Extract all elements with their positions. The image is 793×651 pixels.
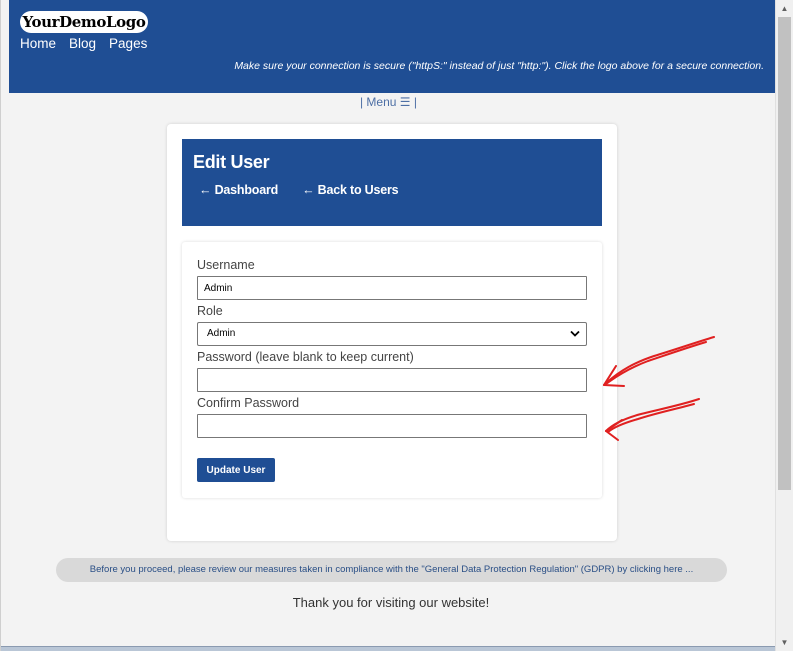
thank-you-message: Thank you for visiting our website! bbox=[292, 595, 490, 610]
vertical-scrollbar[interactable]: ▲ ▼ bbox=[775, 0, 793, 651]
username-input[interactable] bbox=[197, 276, 587, 300]
card-header: Edit User ← Dashboard ← Back to Users bbox=[182, 139, 602, 226]
role-select[interactable]: Admin bbox=[197, 322, 587, 346]
edit-user-form: Username Role Admin Password (leave blan… bbox=[182, 242, 602, 498]
top-nav: Home Blog Pages bbox=[20, 36, 147, 51]
scroll-down-icon[interactable]: ▼ bbox=[776, 634, 793, 651]
browser-viewport: YourDemoLogo Home Blog Pages Make sure y… bbox=[0, 0, 775, 651]
role-label: Role bbox=[197, 304, 223, 318]
username-label: Username bbox=[197, 258, 255, 272]
scroll-up-icon[interactable]: ▲ bbox=[776, 0, 793, 17]
role-selected-value: Admin bbox=[207, 328, 236, 339]
update-user-button[interactable]: Update User bbox=[197, 458, 275, 482]
card-links: ← Dashboard ← Back to Users bbox=[199, 183, 399, 197]
confirm-password-input[interactable] bbox=[197, 414, 587, 438]
password-label: Password (leave blank to keep current) bbox=[197, 350, 414, 364]
nav-blog-link[interactable]: Blog bbox=[69, 36, 96, 51]
red-arrow-annotations bbox=[603, 336, 715, 441]
site-header: YourDemoLogo Home Blog Pages Make sure y… bbox=[9, 0, 775, 93]
confirm-password-label: Confirm Password bbox=[197, 396, 300, 410]
nav-home-link[interactable]: Home bbox=[20, 36, 56, 51]
chevron-down-icon bbox=[570, 330, 580, 337]
edit-user-card: Edit User ← Dashboard ← Back to Users Us… bbox=[167, 124, 617, 541]
nav-pages-link[interactable]: Pages bbox=[109, 36, 147, 51]
password-input[interactable] bbox=[197, 368, 587, 392]
menu-toggle[interactable]: | Menu ☰ | bbox=[1, 95, 775, 109]
page-title: Edit User bbox=[193, 152, 270, 172]
back-to-users-link[interactable]: ← Back to Users bbox=[302, 183, 399, 197]
dashboard-link[interactable]: ← Dashboard bbox=[199, 183, 278, 197]
site-logo[interactable]: YourDemoLogo bbox=[20, 11, 148, 33]
secure-connection-note: Make sure your connection is secure ("ht… bbox=[234, 60, 764, 72]
red-arrow-icon bbox=[605, 398, 700, 441]
scrollbar-thumb[interactable] bbox=[778, 17, 791, 490]
red-arrow-icon bbox=[603, 336, 715, 387]
gdpr-notice[interactable]: Before you proceed, please review our me… bbox=[56, 558, 727, 582]
window-bottom-edge bbox=[1, 646, 775, 651]
